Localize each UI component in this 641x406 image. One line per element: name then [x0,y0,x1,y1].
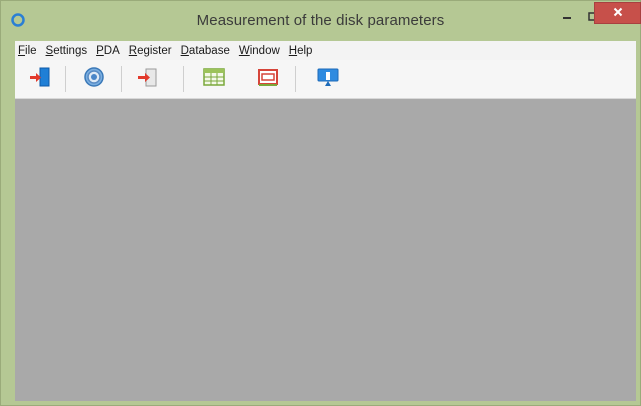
title-bar[interactable]: Measurement of the disk parameters [1,1,641,41]
settings-gear-icon [82,65,106,94]
toolbar [15,60,636,99]
table-grid-icon [202,65,226,94]
window-title: Measurement of the disk parameters [196,12,445,29]
import-button[interactable] [135,66,161,92]
close-button[interactable] [594,2,641,24]
info-monitor-icon [316,65,340,94]
mdi-client-area[interactable] [15,99,636,401]
toolbar-separator [295,66,296,92]
minimize-button[interactable] [556,6,578,30]
settings-button[interactable] [81,66,107,92]
exit-door-icon [28,65,52,94]
toolbar-separator [65,66,66,92]
exit-button[interactable] [27,66,53,92]
menu-window[interactable]: Window [236,45,284,57]
info-button[interactable] [315,66,341,92]
toolbar-separator [183,66,184,92]
menu-database[interactable]: Database [178,45,234,57]
chart-window-icon [256,65,280,94]
toolbar-separator [121,66,122,92]
menu-pda[interactable]: PDA [93,45,124,57]
table-button[interactable] [201,66,227,92]
import-arrow-icon [136,65,160,94]
minimize-icon [562,9,572,27]
main-window: Measurement of the disk parameters File … [0,0,641,406]
chart-button[interactable] [255,66,281,92]
menu-bar: File Settings PDA Register Database Wind… [15,41,636,60]
menu-help[interactable]: Help [286,45,317,57]
close-icon [613,4,623,22]
menu-file[interactable]: File [15,45,41,57]
menu-register[interactable]: Register [126,45,176,57]
menu-settings[interactable]: Settings [43,45,92,57]
